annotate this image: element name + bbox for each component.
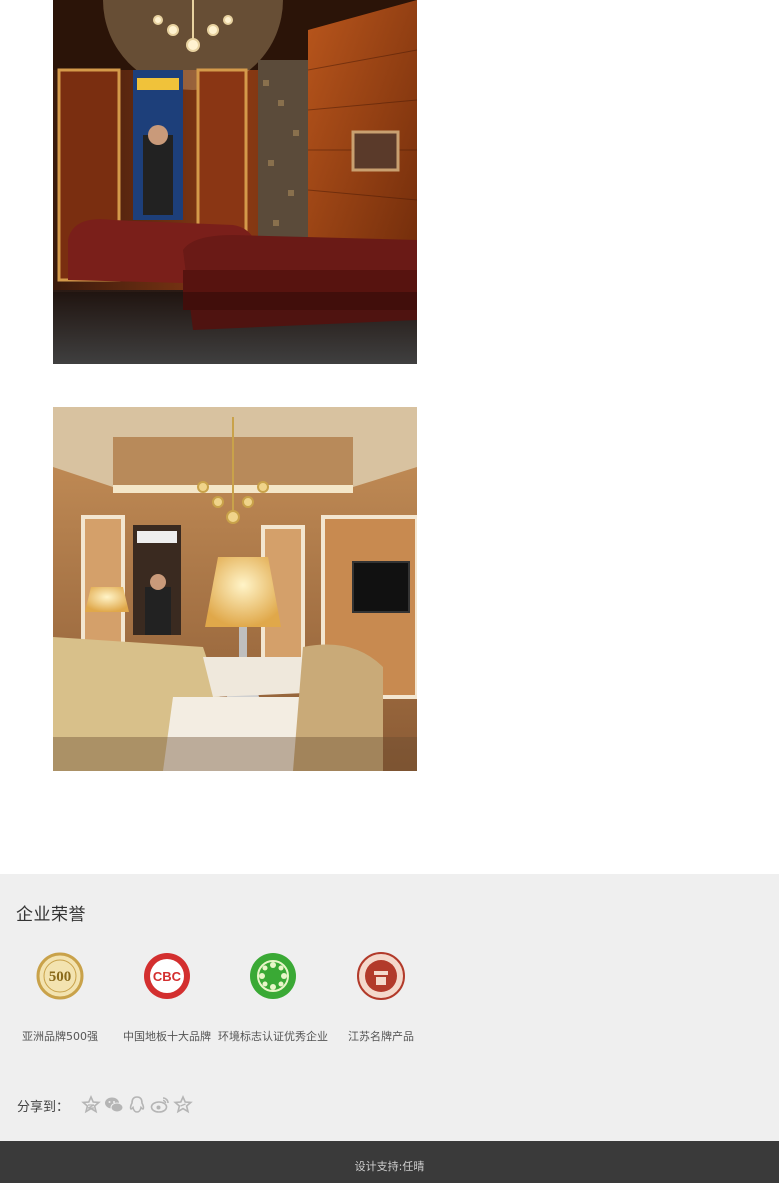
environmental-label-badge-icon <box>250 953 296 999</box>
asia-brand-500-badge-icon: 500 <box>36 952 84 1000</box>
showroom-photo-2 <box>53 407 417 771</box>
jiangsu-famous-brand-badge-icon <box>357 952 405 1000</box>
share-bar: 分享到： <box>17 1095 196 1115</box>
qq-icon[interactable] <box>127 1095 147 1115</box>
weibo-icon[interactable] <box>150 1095 170 1115</box>
honor-jiangsu-famous-brand[interactable]: 江苏名牌产品 <box>325 952 437 1043</box>
showroom-photo-1 <box>53 0 417 364</box>
honor-asia-brand-500[interactable]: 500 亚洲品牌500强 <box>4 952 116 1043</box>
honors-section: 企业荣誉 500 亚洲品牌500强 CBC 中国地板十大品牌 环境标志认证优秀企… <box>0 874 779 1141</box>
honor-label: 环境标志认证优秀企业 <box>218 1030 328 1043</box>
honor-china-floor-top10[interactable]: CBC 中国地板十大品牌 <box>111 952 223 1043</box>
badge-logo-text: 500 <box>49 969 72 985</box>
honor-label: 江苏名牌产品 <box>348 1030 414 1043</box>
honors-title: 企业荣誉 <box>16 905 86 925</box>
qzone-icon[interactable] <box>81 1095 101 1115</box>
honor-environmental-label[interactable]: 环境标志认证优秀企业 <box>217 952 329 1043</box>
footer: 设计支持:任晴 <box>0 1141 779 1183</box>
design-credit[interactable]: 设计支持:任晴 <box>355 1158 425 1174</box>
share-label: 分享到： <box>17 1099 70 1115</box>
badge-logo-text: CBC <box>153 969 182 984</box>
favorite-star-icon[interactable] <box>173 1095 193 1115</box>
wechat-icon[interactable] <box>104 1095 124 1115</box>
honor-label: 亚洲品牌500强 <box>22 1030 98 1043</box>
cbc-badge-icon: CBC <box>144 953 190 999</box>
